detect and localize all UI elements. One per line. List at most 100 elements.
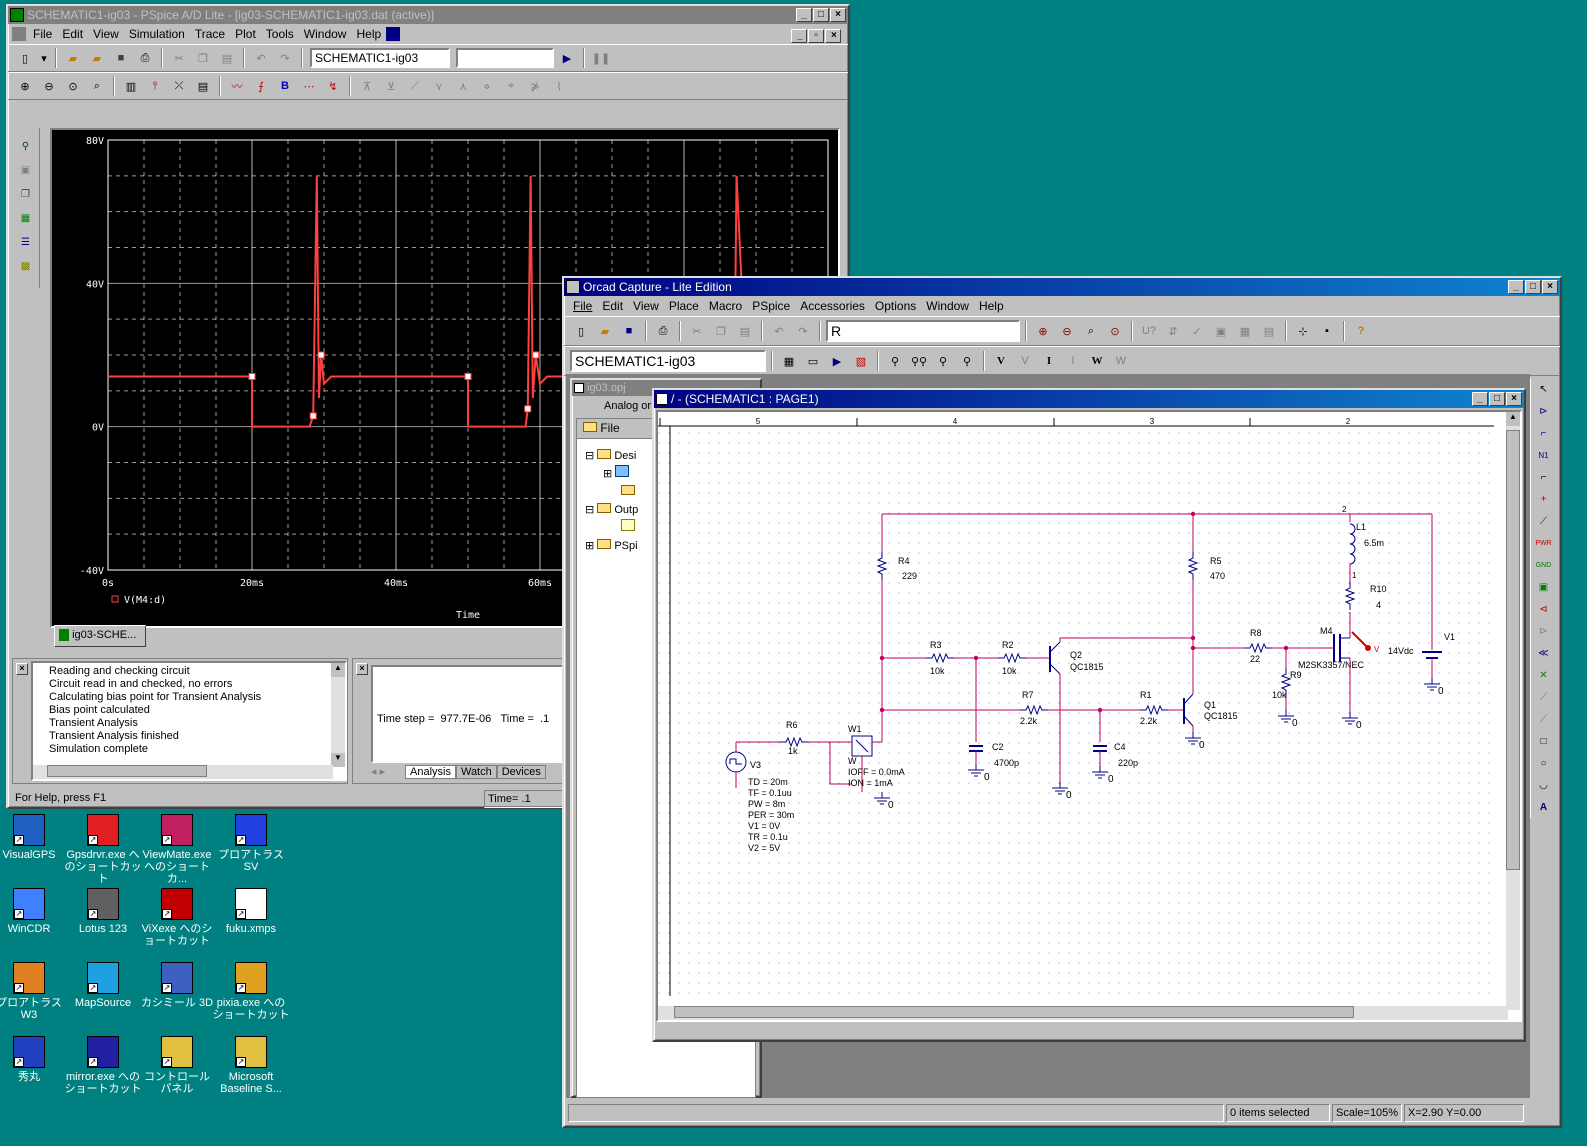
profile-field[interactable]: SCHEMATIC1-ig03 [310,48,450,68]
pspice-titlebar[interactable]: SCHEMATIC1-ig03 - PSpice A/D Lite - [ig0… [8,6,848,24]
ground-icon[interactable]: GND [1533,555,1555,575]
desktop-icon[interactable]: ↗ MapSource [64,962,142,1009]
schematic-titlebar[interactable]: / - (SCHEMATIC1 : PAGE1) _ □ × [654,390,1524,408]
capture-maximize-button[interactable]: □ [1525,280,1541,294]
tree-item-output-file[interactable] [585,519,638,537]
arc-icon[interactable]: ◡ [1533,775,1555,795]
zoom-in-icon[interactable]: ⊕ [1032,320,1054,342]
new-icon[interactable]: ▯ [570,320,592,342]
cut-icon[interactable]: ✂ [686,320,708,342]
cursor-min-icon[interactable]: ⋎ [428,75,450,97]
probe-icon[interactable]: ⚲ [15,135,37,157]
desktop-icon[interactable]: ↗ mirror.exe へのショートカット [64,1036,142,1095]
sim-settings-icon[interactable]: ▦ [778,350,800,372]
paste-icon[interactable]: ▤ [734,320,756,342]
tree-item-design[interactable]: ⊟ Desi [585,447,638,465]
zoom-in-icon[interactable]: ⊕ [14,75,36,97]
sch-close-button[interactable]: × [1506,392,1522,406]
cmenu-file[interactable]: File [568,299,597,313]
hier-port-icon[interactable]: ⊲ [1533,599,1555,619]
rgb-icon[interactable]: B [274,75,296,97]
sch-hscroll[interactable] [658,1006,1508,1020]
netlist-icon[interactable]: ▣ [1210,320,1232,342]
annotate-icon[interactable]: U? [1138,320,1160,342]
desktop-icon[interactable]: ↗ プロアトラスW3 [0,962,68,1021]
log-x-icon[interactable]: ▥ [120,75,142,97]
menu-help[interactable]: Help [351,27,386,41]
tab-analysis[interactable]: Analysis [405,765,456,779]
copy-window-icon[interactable]: ❐ [15,183,37,205]
sch-vscroll[interactable]: ▲ [1506,412,1520,1010]
cursor-next-icon[interactable]: ⋡ [524,75,546,97]
help-cursor-icon[interactable] [386,27,401,41]
menu-view[interactable]: View [88,27,124,41]
cursor-search-icon[interactable]: ⌖ [500,75,522,97]
waveform-icon[interactable]: ▩ [15,255,37,277]
mark-label-icon[interactable]: ⌇ [548,75,570,97]
desktop-icon[interactable]: ↗ VisualGPS [0,814,68,861]
print-icon[interactable]: ⎙ [134,47,156,69]
schematic-canvas[interactable]: 5 4 3 2 R4 229 R3 10k R2 10k Q2 QC1815 0 0 C2 4700p R7 2.… [658,412,1508,1010]
run-pspice-icon[interactable]: ▶ [826,350,848,372]
zoom-area-icon[interactable]: ⊙ [62,75,84,97]
maximize-button[interactable]: □ [813,8,829,22]
desktop-icon[interactable]: ↗ pixia.exe へのショートカット [212,962,290,1021]
tree-item-pspice[interactable]: ⊞ PSpi [585,537,638,555]
tab-devices[interactable]: Devices [496,765,546,779]
cmenu-place[interactable]: Place [664,299,704,313]
cross-ref-icon[interactable]: ▦ [1234,320,1256,342]
menu-plot[interactable]: Plot [230,27,261,41]
desktop-icon[interactable]: ↗ Microsoft Baseline S... [212,1036,290,1095]
show-w-icon[interactable]: W [1086,350,1108,372]
results-icon[interactable]: ▦ [15,207,37,229]
menu-simulation[interactable]: Simulation [124,27,190,41]
show-isel-icon[interactable]: I [1062,350,1084,372]
show-wsel-icon[interactable]: W [1110,350,1132,372]
undo-icon[interactable]: ↶ [250,47,272,69]
log-y-icon[interactable]: ▤ [192,75,214,97]
save-icon[interactable]: ■ [110,47,132,69]
offpage-icon[interactable]: ≪ [1533,643,1555,663]
desktop-icon[interactable]: ↗ プロアトラスSV [212,814,290,873]
menu-edit[interactable]: Edit [57,27,88,41]
show-v-icon[interactable]: V [990,350,1012,372]
redo-icon[interactable]: ↷ [792,320,814,342]
tree-item-lib[interactable] [585,483,638,501]
capture-close-button[interactable]: × [1542,280,1558,294]
menu-window[interactable]: Window [299,27,352,41]
output-vscroll[interactable]: ▲ ▼ [331,663,345,767]
print-icon[interactable]: ⎙ [652,320,674,342]
zoom-out-icon[interactable]: ⊖ [38,75,60,97]
no-connect-icon[interactable]: ✕ [1533,665,1555,685]
open-icon[interactable]: ▰ [62,47,84,69]
power-icon[interactable]: PWR [1533,533,1555,553]
output-hscroll[interactable] [33,765,333,779]
junction-icon[interactable]: + [1533,489,1555,509]
project-manager-icon[interactable]: ▪ [1316,320,1338,342]
bom-icon[interactable]: ▤ [1258,320,1280,342]
open-folder-icon[interactable]: ▰ [86,47,108,69]
show-vsel-icon[interactable]: V [1014,350,1036,372]
mdi-close-button[interactable]: × [825,29,841,43]
menu-tools[interactable]: Tools [261,27,299,41]
marker-w-icon[interactable]: ⚲ [956,350,978,372]
add-trace-icon[interactable]: 〰 [226,75,248,97]
sch-maximize-button[interactable]: □ [1489,392,1505,406]
undo-icon[interactable]: ↶ [768,320,790,342]
output-close-button[interactable]: × [16,663,28,675]
copy-icon[interactable]: ❐ [192,47,214,69]
drc-icon[interactable]: ✓ [1186,320,1208,342]
paste-icon[interactable]: ▤ [216,47,238,69]
cmenu-accessories[interactable]: Accessories [795,299,870,313]
open-icon[interactable]: ▰ [594,320,616,342]
close-button[interactable]: × [830,8,846,22]
tree-item-outputs[interactable]: ⊟ Outp [585,501,638,519]
text-icon[interactable]: A [1533,797,1555,817]
help-icon[interactable]: ? [1350,320,1372,342]
bus-icon[interactable]: ⌐ [1533,467,1555,487]
polyline-icon[interactable]: ⟋ [1533,709,1555,729]
marker-icon[interactable]: ⋯ [298,75,320,97]
fourier-icon[interactable]: ⫯ [144,75,166,97]
tab-watch[interactable]: Watch [455,765,497,779]
place-part-icon[interactable]: ⊳ [1533,401,1555,421]
